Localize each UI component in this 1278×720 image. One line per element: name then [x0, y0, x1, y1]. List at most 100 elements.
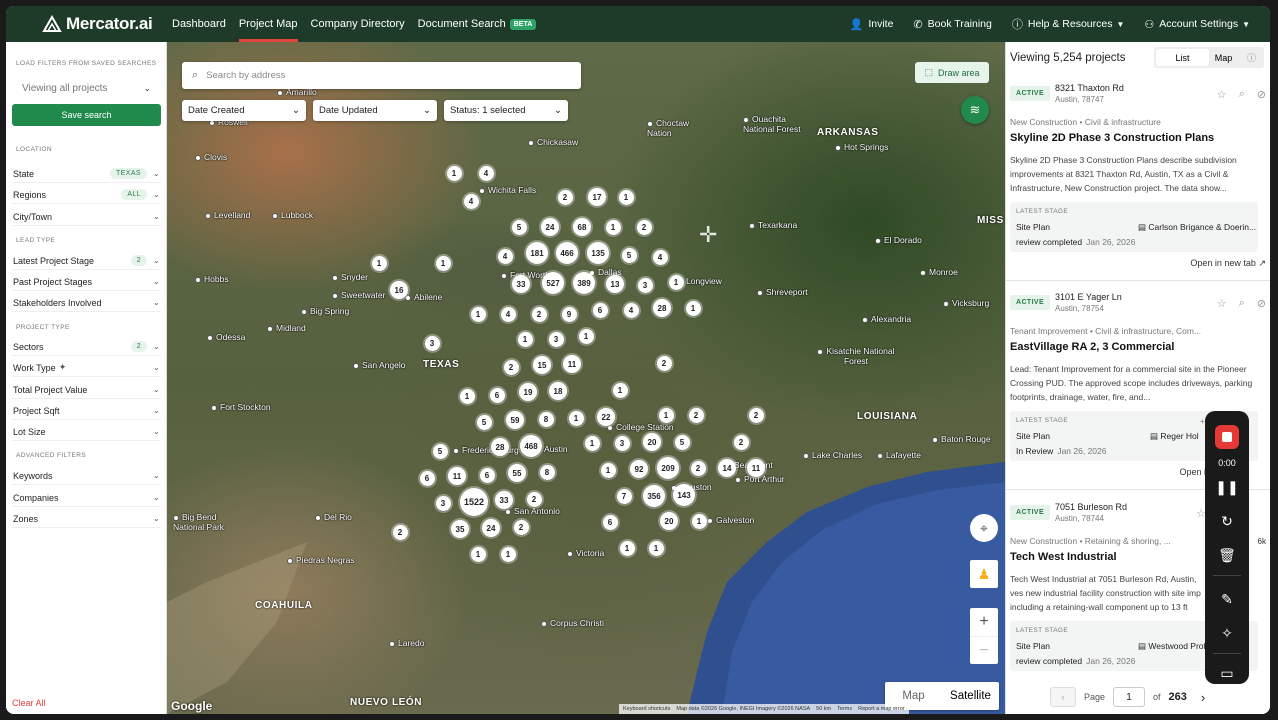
map-cluster-marker[interactable]: 1	[648, 540, 664, 556]
nav-company-directory[interactable]: Company Directory	[311, 6, 405, 42]
address-search-input[interactable]: ⌕ Search by address	[182, 62, 581, 89]
map-cluster-marker[interactable]: 1	[612, 382, 628, 398]
map-cluster-marker[interactable]: 5	[674, 434, 690, 450]
map-cluster-marker[interactable]: 1	[371, 255, 387, 271]
stop-recording-button[interactable]	[1215, 425, 1239, 449]
date-updated-dropdown[interactable]: Date Updated ⌄	[313, 100, 437, 121]
map-cluster-marker[interactable]: 1	[668, 274, 684, 290]
filter-lot-size[interactable]: Lot Size ⌄	[12, 423, 161, 441]
map-cluster-marker[interactable]: 2	[503, 359, 519, 375]
map-cluster-marker[interactable]: 15	[533, 356, 551, 374]
map-cluster-marker[interactable]: 20	[660, 512, 678, 530]
map-cluster-marker[interactable]: 1	[691, 513, 707, 529]
layers-button[interactable]: ≋	[961, 96, 989, 124]
tab-list[interactable]: List	[1156, 49, 1209, 66]
map-cluster-marker[interactable]: 33	[495, 491, 513, 509]
map-cluster-marker[interactable]: 33	[512, 275, 530, 293]
map-cluster-marker[interactable]: 2	[690, 460, 706, 476]
map-cluster-marker[interactable]: 4	[623, 302, 639, 318]
map-cluster-marker[interactable]: 389	[573, 272, 595, 294]
map-cluster-marker[interactable]: 209	[657, 457, 679, 479]
nav-project-map[interactable]: Project Map	[238, 6, 298, 42]
filter-zones[interactable]: Zones ⌄	[12, 510, 161, 528]
filter-keywords[interactable]: Keywords ⌄	[12, 467, 161, 485]
map-cluster-marker[interactable]: 181	[526, 242, 548, 264]
map-cluster-marker[interactable]: 6	[489, 387, 505, 403]
map-cluster-marker[interactable]: 28	[491, 438, 509, 456]
invite-button[interactable]: 👤 Invite	[850, 18, 894, 31]
map-cluster-marker[interactable]: 1	[578, 328, 594, 344]
map-cluster-marker[interactable]: 143	[673, 484, 695, 506]
map-cluster-marker[interactable]: 22	[597, 408, 615, 426]
hide-icon[interactable]: ⊘	[1257, 88, 1266, 101]
map-cluster-marker[interactable]: 3	[435, 495, 451, 511]
map-cluster-marker[interactable]: 55	[508, 464, 526, 482]
map-cluster-marker[interactable]: 11	[747, 459, 765, 477]
map-cluster-marker[interactable]: 3	[614, 435, 630, 451]
page-input[interactable]: 1	[1113, 687, 1146, 707]
map-cluster-marker[interactable]: 1	[600, 462, 616, 478]
map-cluster-marker[interactable]: 5	[432, 443, 448, 459]
my-location-button[interactable]: ⌖	[970, 514, 998, 542]
map-cluster-marker[interactable]: 6	[592, 302, 608, 318]
restart-button[interactable]: ↻	[1205, 509, 1249, 533]
camera-button[interactable]: ▭	[1205, 663, 1249, 683]
map-cluster-marker[interactable]: 4	[478, 165, 494, 181]
map-cluster-marker[interactable]: 1	[685, 300, 701, 316]
map-cluster-marker[interactable]: 1	[500, 546, 516, 562]
search-icon[interactable]: ⌕	[1239, 88, 1245, 101]
project-title[interactable]: Skyline 2D Phase 3 Construction Plans	[1010, 132, 1214, 144]
delete-button[interactable]: 🗑	[1205, 543, 1249, 567]
map-cluster-marker[interactable]: 2	[513, 519, 529, 535]
map-cluster-marker[interactable]: 8	[538, 411, 554, 427]
map-cluster-marker[interactable]: 3	[548, 331, 564, 347]
map-cluster-marker[interactable]: 35	[451, 520, 469, 538]
map-cluster-marker[interactable]: 13	[606, 275, 624, 293]
map-cluster-marker[interactable]: 6	[602, 514, 618, 530]
map-cluster-marker[interactable]: 1	[619, 540, 635, 556]
map-cluster-marker[interactable]: 68	[573, 218, 591, 236]
map-cluster-marker[interactable]: 1	[459, 388, 475, 404]
project-title[interactable]: EastVillage RA 2, 3 Commercial	[1010, 341, 1174, 353]
map-cluster-marker[interactable]: 1	[517, 331, 533, 347]
map-cluster-marker[interactable]: 1	[446, 165, 462, 181]
map-cluster-marker[interactable]: 7	[616, 488, 632, 504]
map-cluster-marker[interactable]: 19	[519, 383, 537, 401]
map-cluster-marker[interactable]: 24	[482, 519, 500, 537]
status-dropdown[interactable]: Status: 1 selected ⌄	[444, 100, 568, 121]
map-cluster-marker[interactable]: 6	[479, 467, 495, 483]
map-cluster-marker[interactable]: 24	[541, 218, 559, 236]
map-cluster-marker[interactable]: 1	[618, 189, 634, 205]
map-cluster-marker[interactable]: 2	[636, 219, 652, 235]
map-cluster-marker[interactable]: 468	[520, 435, 542, 457]
map-cluster-marker[interactable]: 5	[511, 219, 527, 235]
pause-button[interactable]: ❚❚	[1205, 475, 1249, 499]
map-cluster-marker[interactable]: 4	[497, 248, 513, 264]
zoom-out-button[interactable]: −	[970, 636, 998, 664]
map-cluster-marker[interactable]: 8	[539, 464, 555, 480]
map-cluster-marker[interactable]: 1	[605, 219, 621, 235]
date-created-dropdown[interactable]: Date Created ⌄	[182, 100, 306, 121]
map-cluster-marker[interactable]: 2	[557, 189, 573, 205]
star-icon[interactable]: ☆	[1217, 88, 1227, 101]
map-cluster-marker[interactable]: 59	[506, 411, 524, 429]
account-settings-menu[interactable]: ⚇ Account Settings ▼	[1144, 18, 1250, 31]
map-cluster-marker[interactable]: 9	[561, 306, 577, 322]
map-cluster-marker[interactable]: 1	[470, 546, 486, 562]
draw-button[interactable]: ✎	[1205, 587, 1249, 611]
map-cluster-marker[interactable]: 527	[542, 272, 564, 294]
map-cluster-marker[interactable]: 1	[568, 410, 584, 426]
filter-stakeholders[interactable]: Stakeholders Involved ⌄	[12, 294, 161, 312]
map-cluster-marker[interactable]: 11	[563, 355, 581, 373]
map-cluster-marker[interactable]: 1	[470, 306, 486, 322]
map-cluster-marker[interactable]: 5	[476, 414, 492, 430]
keyboard-shortcuts-link[interactable]: Keyboard shortcuts	[623, 706, 670, 712]
map-cluster-marker[interactable]: 1522	[460, 488, 488, 516]
filter-work-type[interactable]: Work Type ✦ ⌄	[12, 359, 161, 377]
save-search-button[interactable]: Save search	[12, 104, 161, 126]
filter-companies[interactable]: Companies ⌄	[12, 489, 161, 507]
map-type-satellite[interactable]: Satellite	[942, 682, 999, 710]
map-cluster-marker[interactable]: 466	[556, 242, 578, 264]
next-page-button[interactable]: ›	[1201, 690, 1205, 705]
nav-document-search[interactable]: Document Search BETA	[418, 6, 537, 42]
